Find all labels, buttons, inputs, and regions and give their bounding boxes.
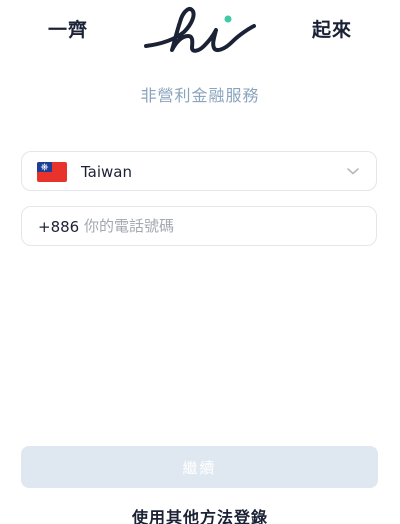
login-screen: 一齊 起來 非營利金融服務 Taiwan +886 你的電話號碼 繼續 使用其他…	[0, 0, 400, 524]
taiwan-flag-icon	[37, 162, 67, 182]
phone-number-input[interactable]	[84, 213, 364, 239]
header-right-text: 起來	[311, 19, 352, 41]
country-name: Taiwan	[81, 163, 133, 181]
header-left-text: 一齊	[48, 19, 89, 41]
header: 一齊 起來	[0, 0, 400, 62]
continue-button[interactable]: 繼續	[21, 446, 378, 488]
phone-field: +886	[21, 206, 377, 246]
dial-code: +886	[38, 218, 80, 236]
other-login-link[interactable]: 使用其他方法登錄	[0, 504, 400, 524]
hi-logo	[144, 7, 256, 53]
tagline: 非營利金融服務	[140, 86, 260, 105]
country-selector[interactable]: Taiwan	[21, 151, 377, 191]
chevron-down-icon	[347, 168, 359, 175]
